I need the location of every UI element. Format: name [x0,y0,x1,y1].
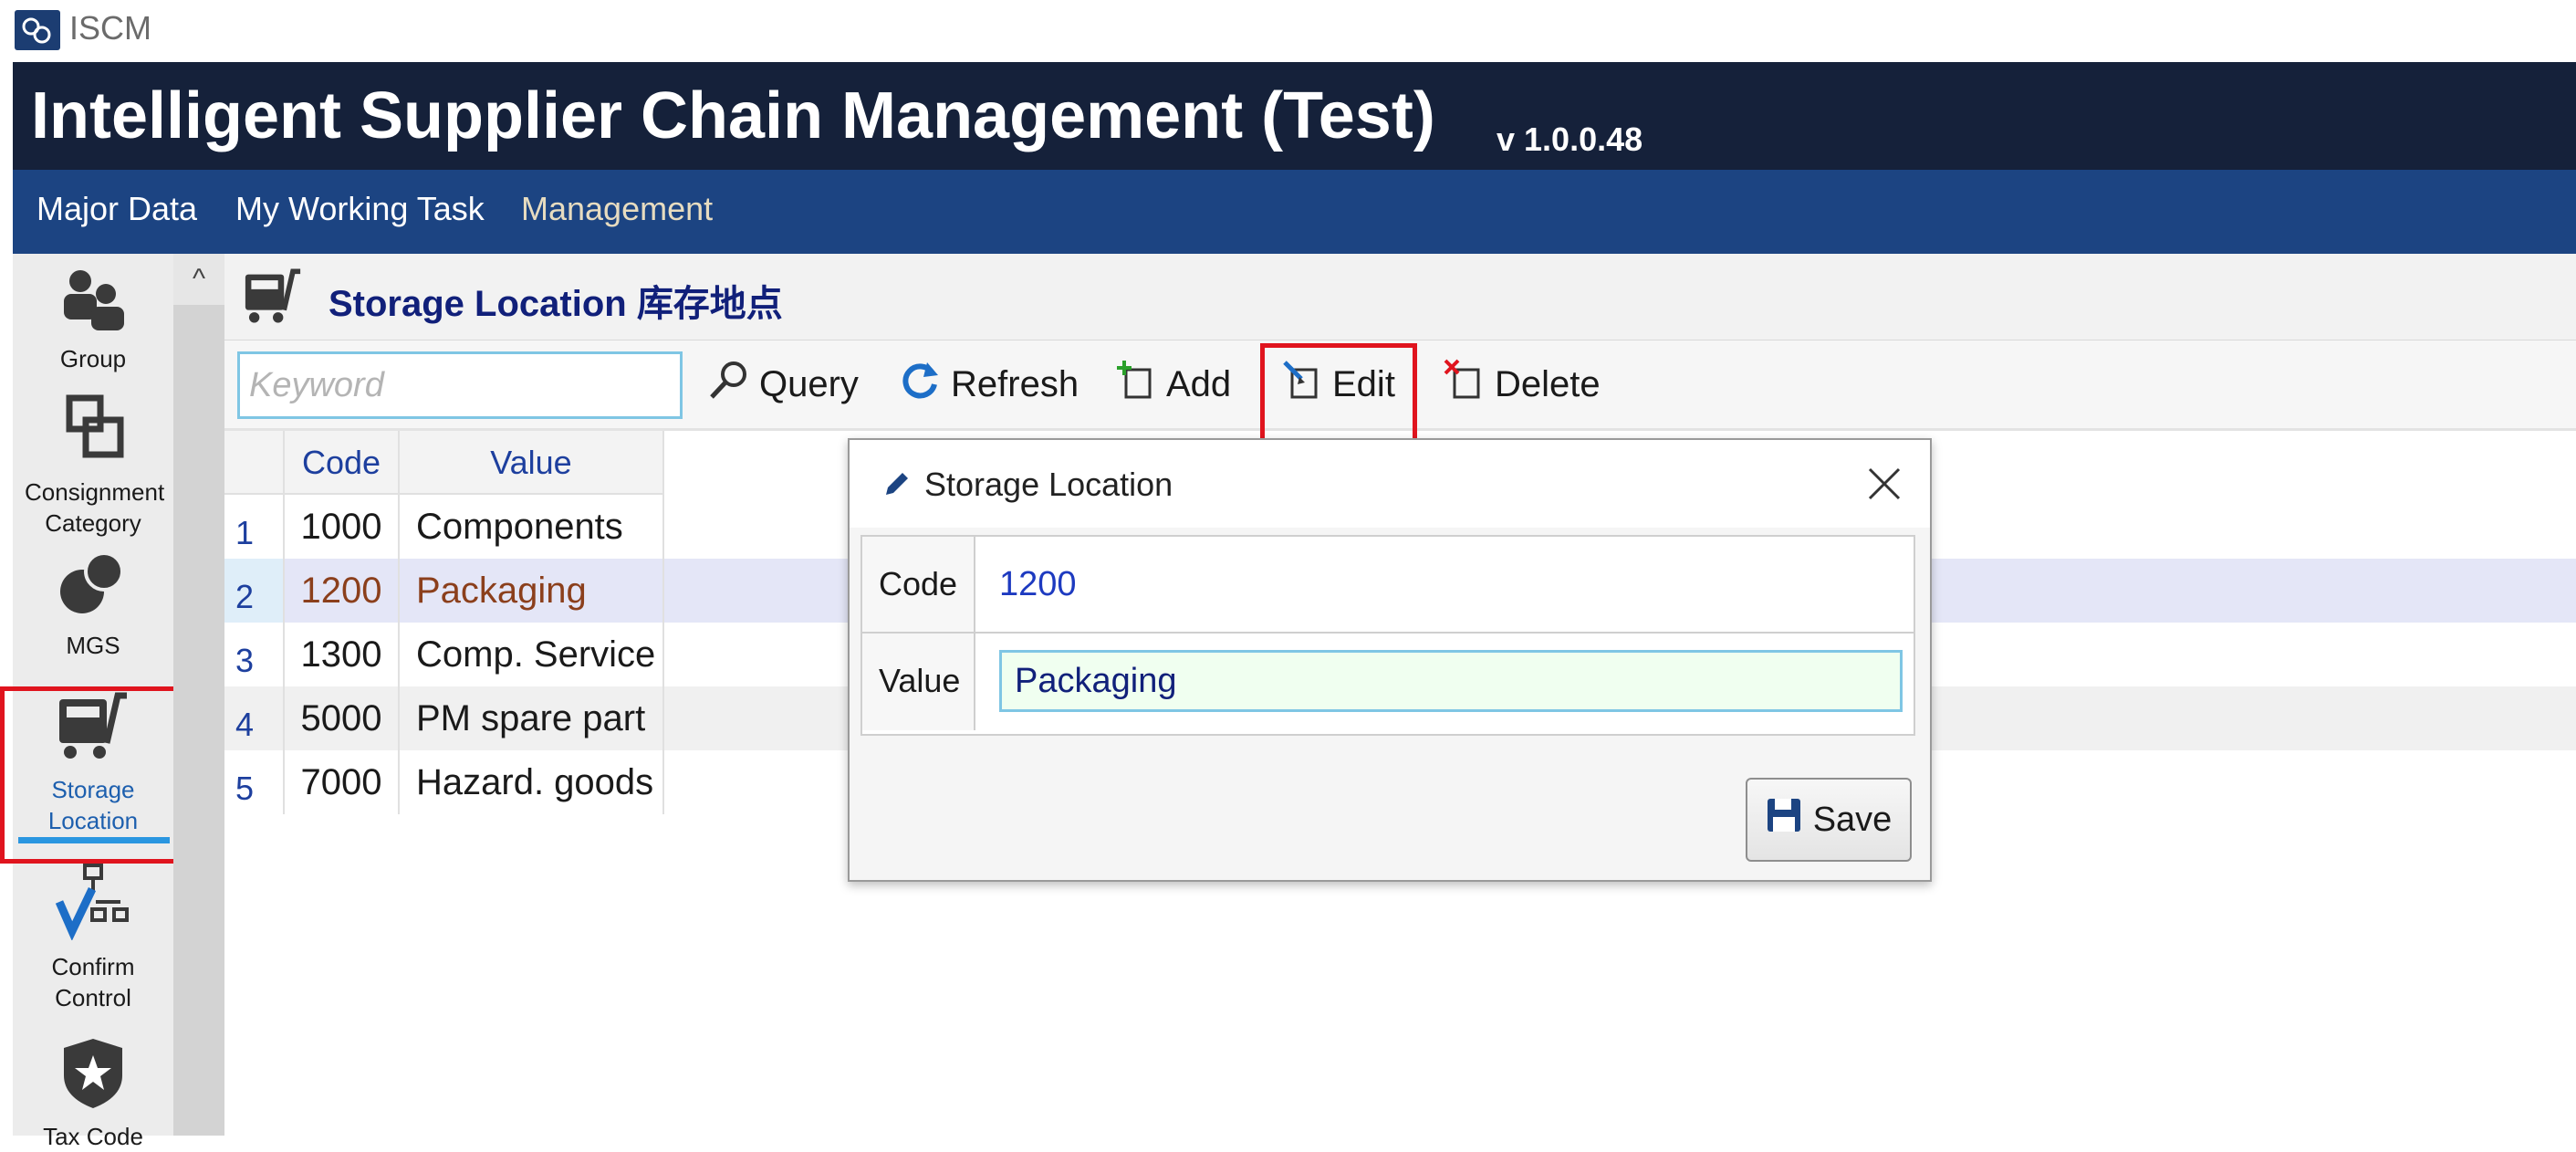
cell-code: 1300 [285,623,400,686]
row-number: 3 [224,623,285,686]
sidebar-item-mgs[interactable]: MGS [13,550,173,661]
cell-code: 1000 [285,495,400,559]
sidebar-item-label: Consignment Category [25,478,165,537]
column-header-code[interactable]: Code [285,431,400,495]
sidebar-highlight-box [0,686,181,864]
cell-value: Packaging [400,559,664,623]
refresh-label: Refresh [951,363,1079,404]
search-icon [708,359,750,410]
sidebar-item-tax-code[interactable]: Tax Code [13,1035,173,1152]
search-input[interactable] [237,351,683,419]
app-logo-icon [15,10,60,50]
tax-shield-icon [13,1035,173,1117]
consignment-icon [13,394,173,473]
row-number: 4 [224,686,285,750]
delete-button[interactable]: Delete [1444,359,1601,410]
value-label: Value [862,634,975,730]
page-header: Storage Location 库存地点 [224,254,2576,340]
column-header-value[interactable]: Value [400,431,664,495]
sidebar-scrollbar[interactable]: ^ [173,254,224,1136]
close-icon[interactable] [1864,464,1904,504]
query-button[interactable]: Query [708,359,859,410]
confirm-control-icon [13,862,173,948]
value-field[interactable] [999,650,1903,712]
dialog-title: Storage Location [924,466,1173,503]
cell-value: Comp. Service [400,623,664,686]
menu-major-data[interactable]: Major Data [37,190,197,228]
app-header: Intelligent Supplier Chain Management (T… [13,62,2576,170]
floppy-disk-icon [1766,797,1802,843]
cart-icon [241,267,305,331]
mgs-icon [13,550,173,626]
refresh-icon [900,359,942,410]
form-row-value: Value [862,634,1914,730]
save-button[interactable]: Save [1746,778,1912,862]
cell-value: PM spare part [400,686,664,750]
delete-label: Delete [1495,363,1601,404]
sidebar-item-label: Tax Code [43,1123,143,1150]
row-number: 2 [224,559,285,623]
app-title: Intelligent Supplier Chain Management (T… [31,79,1435,152]
window-title-bar: ISCM [0,0,2576,62]
app-version: v 1.0.0.48 [1497,120,1643,158]
cell-value: Hazard. goods [400,750,664,814]
code-label: Code [862,537,975,632]
scroll-up-icon[interactable]: ^ [173,254,224,305]
add-icon [1115,359,1157,410]
menu-my-working-task[interactable]: My Working Task [235,190,485,228]
delete-icon [1444,359,1486,410]
save-label: Save [1812,800,1893,839]
cell-value: Components [400,495,664,559]
menu-management[interactable]: Management [521,190,713,228]
cell-code: 5000 [285,686,400,750]
row-number-header [224,431,285,495]
row-number: 1 [224,495,285,559]
edit-dialog: Storage Location Code 1200 Value Save [848,438,1932,882]
form-row-code: Code 1200 [862,537,1914,634]
menu-bar: Major Data My Working Task Management [13,170,2576,254]
row-number: 5 [224,750,285,814]
sidebar-item-group[interactable]: Group [13,267,173,374]
page-title: Storage Location 库存地点 [329,284,783,324]
group-icon [13,267,173,340]
cell-code: 1200 [285,559,400,623]
add-button[interactable]: Add [1115,359,1231,410]
app-name: ISCM [69,9,151,47]
sidebar-item-label: Group [59,345,127,372]
code-value: 1200 [999,565,1077,603]
query-label: Query [759,363,859,404]
dialog-header: Storage Location [850,440,1930,528]
cell-code: 7000 [285,750,400,814]
sidebar-item-consignment-category[interactable]: Consignment Category [13,394,173,539]
pencil-icon [881,469,912,505]
refresh-button[interactable]: Refresh [900,359,1079,410]
dialog-form: Code 1200 Value [860,535,1915,736]
sidebar-item-label: Confirm Control [51,953,135,1011]
sidebar-item-label: MGS [66,632,120,659]
add-label: Add [1166,363,1232,404]
sidebar-item-confirm-control[interactable]: Confirm Control [13,862,173,1013]
